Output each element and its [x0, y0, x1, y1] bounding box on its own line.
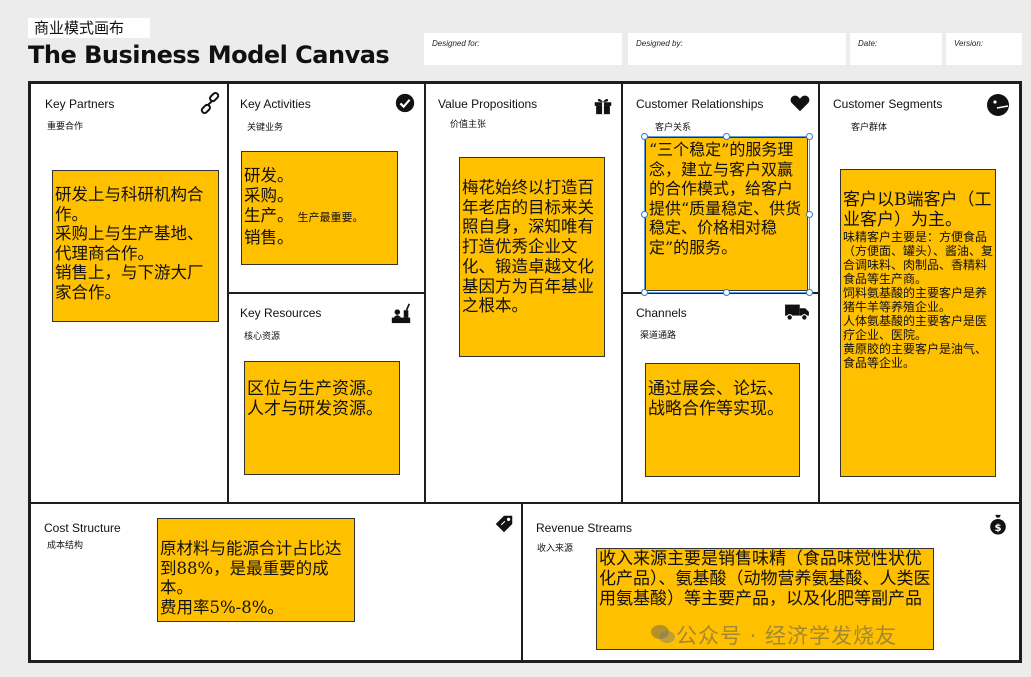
note-line: 研发上与科研机构合作。 — [55, 185, 204, 224]
note-line: 生产。 生产最重要。 — [244, 206, 395, 228]
canvas-title: The Business Model Canvas — [28, 41, 390, 69]
note-line: 客户以B端客户（工业客户）为主。 — [843, 190, 992, 230]
key-resources-title: Key Resources — [240, 306, 322, 320]
channels-cn: 渠道通路 — [640, 331, 677, 341]
divider — [227, 292, 425, 294]
value-propositions-cn: 价值主张 — [450, 120, 487, 130]
value-propositions-title: Value Propositions — [438, 97, 538, 111]
resize-handle[interactable] — [806, 211, 813, 218]
note-line: 收入来源主要是销售味精（食品味觉性状优化产品）、氨基酸（动物营养氨基酸、人类医用… — [599, 549, 931, 609]
customer-relationships-cn: 客户关系 — [655, 123, 692, 133]
resize-handle[interactable] — [723, 289, 730, 296]
key-activities-note[interactable]: 研发。 采购。 生产。 生产最重要。 销售。 — [241, 151, 398, 265]
key-resources-cn: 核心资源 — [244, 332, 281, 342]
tag-icon — [495, 515, 513, 533]
revenue-streams-cn: 收入来源 — [537, 544, 574, 554]
wechat-icon — [651, 625, 675, 643]
customer-segments-note[interactable]: 客户以B端客户（工业客户）为主。 味精客户主要是：方便食品（方便面、罐头）、酱油… — [840, 169, 996, 477]
note-line: 生产。 — [244, 206, 294, 225]
gift-icon — [594, 99, 612, 115]
note-line: 研发。 — [244, 166, 294, 185]
key-partners-note[interactable]: 研发上与科研机构合作。 采购上与生产基地、代理商合作。 销售上，与下游大厂家合作… — [52, 170, 219, 322]
truck-icon — [785, 304, 809, 321]
designed-for-field[interactable]: Designed for: — [424, 33, 622, 65]
note-line: 采购上与生产基地、代理商合作。 — [55, 224, 204, 263]
cost-structure-note[interactable]: 原材料与能源合计占比达到88%，是最重要的成本。 费用率5%-8%。 — [157, 518, 355, 622]
heart-icon — [790, 95, 810, 112]
note-line: 费用率5%-8%。 — [160, 597, 284, 617]
key-resources-note[interactable]: 区位与生产资源。 人才与研发资源。 — [244, 361, 400, 475]
customer-segments-cn: 客户群体 — [851, 123, 888, 133]
note-line: 区位与生产资源。 — [247, 379, 383, 399]
version-field[interactable]: Version: — [946, 33, 1022, 65]
note-line: 原材料与能源合计占比达到88%，是最重要的成本。 — [160, 539, 342, 597]
watermark: 公众号 · 经济学发烧友 — [676, 624, 898, 648]
svg-text:$: $ — [994, 523, 1001, 534]
divider — [31, 502, 1019, 504]
note-side-text: 生产最重要。 — [297, 211, 364, 224]
resize-handle[interactable] — [806, 289, 813, 296]
resize-handle[interactable] — [723, 133, 730, 140]
note-line: 采购。 — [244, 186, 294, 205]
revenue-streams-title: Revenue Streams — [536, 521, 633, 535]
resize-handle[interactable] — [806, 133, 813, 140]
cost-structure-title: Cost Structure — [44, 521, 121, 535]
date-field[interactable]: Date: — [850, 33, 942, 65]
key-partners-cn: 重要合作 — [47, 122, 84, 132]
value-propositions-note[interactable]: 梅花始终以打造百年老店的目标来关照自身，深知唯有打造优秀企业文化、锻造卓越文化基… — [459, 157, 605, 357]
check-circle-icon — [395, 93, 415, 113]
canvas-title-cn: 商业模式画布 — [28, 18, 150, 38]
key-partners-title: Key Partners — [45, 97, 115, 111]
designed-by-field[interactable]: Designed by: — [628, 33, 846, 65]
cost-structure-cn: 成本结构 — [47, 541, 84, 551]
divider — [521, 502, 523, 660]
channels-note[interactable]: 通过展会、论坛、战略合作等实现。 — [645, 363, 800, 477]
note-line: 人体氨基酸的主要客户是医疗企业、医院。 — [843, 314, 988, 342]
note-line: 人才与研发资源。 — [247, 398, 383, 419]
note-line: 销售。 — [244, 228, 294, 247]
note-line: 饲料氨基酸的主要客户是养猪牛羊等养殖企业。 — [843, 286, 988, 314]
note-line: 梅花始终以打造百年老店的目标来关照自身，深知唯有打造优秀企业文化、锻造卓越文化基… — [462, 178, 594, 316]
customer-segments-title: Customer Segments — [833, 97, 943, 111]
resize-handle[interactable] — [641, 289, 648, 296]
money-bag-icon: $ — [990, 514, 1006, 535]
channels-title: Channels — [636, 306, 687, 320]
key-activities-title: Key Activities — [240, 97, 311, 111]
factory-worker-icon — [391, 303, 411, 324]
note-line: 通过展会、论坛、战略合作等实现。 — [648, 379, 784, 419]
note-line: 味精客户主要是：方便食品（方便面、罐头）、酱油、复合调味料、肉制品、香精料食品等… — [843, 230, 994, 286]
note-line: 黄原胶的主要客户是油气、食品等企业。 — [843, 342, 988, 370]
key-activities-cn: 关键业务 — [247, 123, 284, 133]
selection-box — [644, 136, 810, 293]
note-line: 销售上，与下游大厂家合作。 — [55, 263, 204, 302]
customer-relationships-title: Customer Relationships — [636, 97, 764, 111]
resize-handle[interactable] — [641, 133, 648, 140]
resize-handle[interactable] — [641, 211, 648, 218]
face-icon — [987, 94, 1009, 116]
link-icon — [200, 92, 220, 114]
